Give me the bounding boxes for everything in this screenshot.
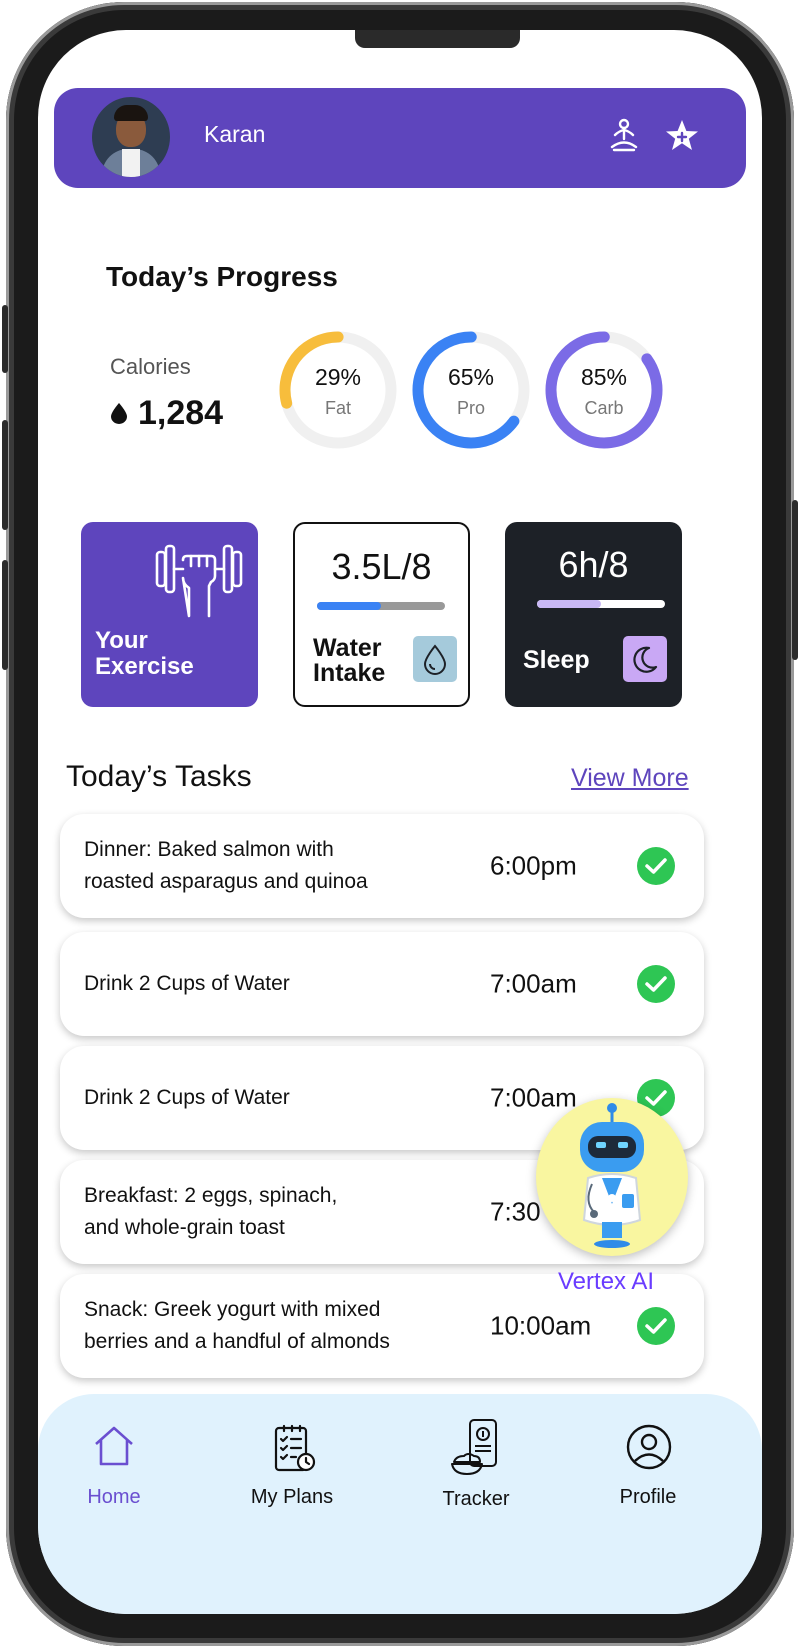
- notch: [355, 30, 520, 48]
- carb-ring: 85% Carb: [542, 328, 666, 452]
- water-value: 3.5L/8: [331, 546, 432, 587]
- task-time: 7:30: [490, 1196, 541, 1227]
- sleep-label: Sleep: [523, 646, 590, 674]
- user-name: Karan: [204, 121, 266, 147]
- fat-percent: 29%: [314, 364, 362, 390]
- moon-icon: [623, 636, 667, 682]
- water-drop-icon: [413, 636, 457, 682]
- tasks-title: Today’s Tasks: [66, 760, 252, 793]
- nav-my-plans-label: My Plans: [250, 1486, 334, 1508]
- task-time: 6:00pm: [490, 850, 577, 881]
- calories-number: 1,284: [138, 394, 224, 432]
- task-card[interactable]: Dinner: Baked salmon with roasted asparag…: [60, 814, 704, 918]
- protein-ring: 65% Pro: [409, 328, 533, 452]
- nav-home[interactable]: Home: [54, 1424, 174, 1524]
- exercise-card[interactable]: Your Exercise: [81, 522, 258, 707]
- task-description: Drink 2 Cups of Water: [84, 972, 290, 995]
- water-progress-bar: [317, 602, 445, 610]
- phone-side-button: [2, 305, 8, 373]
- calories-value: 1,284: [110, 394, 223, 433]
- star-icon[interactable]: [664, 118, 700, 154]
- nav-profile[interactable]: Profile: [588, 1424, 708, 1524]
- water-intake-card[interactable]: 3.5L/8 Water Intake: [293, 522, 470, 707]
- task-time: 7:00am: [490, 968, 577, 999]
- phone-power-button: [792, 500, 798, 660]
- meditation-icon[interactable]: [606, 118, 642, 154]
- protein-percent: 65%: [447, 364, 495, 390]
- task-description: Snack: Greek yogurt with mixed berries an…: [84, 1298, 390, 1353]
- app-screen: Karan Today’s Progress Calories 1,284 29…: [38, 30, 762, 1614]
- check-icon[interactable]: [636, 846, 676, 886]
- phone-side-button: [2, 560, 8, 670]
- carb-percent: 85%: [580, 364, 628, 390]
- exercise-card-label: Your Exercise: [95, 627, 194, 680]
- nav-home-label: Home: [87, 1486, 141, 1508]
- protein-label: Pro: [456, 398, 485, 418]
- fat-label: Fat: [324, 398, 351, 418]
- flame-icon: [111, 403, 127, 424]
- nav-tracker-label: Tracker: [442, 1488, 510, 1510]
- avatar[interactable]: [92, 97, 170, 177]
- task-description: Breakfast: 2 eggs, spinach, and whole-gra…: [84, 1184, 338, 1239]
- bottom-nav: Home My Plans Tracker Profile: [38, 1394, 762, 1614]
- task-description: Drink 2 Cups of Water: [84, 1086, 290, 1109]
- carb-label: Carb: [584, 398, 624, 418]
- nav-my-plans[interactable]: My Plans: [232, 1424, 352, 1524]
- home-icon: [95, 1426, 133, 1466]
- fat-ring: 29% Fat: [276, 328, 400, 452]
- progress-title: Today’s Progress: [106, 261, 338, 292]
- phone-side-button: [2, 420, 8, 530]
- task-description: Dinner: Baked salmon with roasted asparag…: [84, 838, 368, 893]
- ai-assistant-label: Vertex AI: [558, 1268, 655, 1295]
- ai-assistant-button[interactable]: [536, 1098, 688, 1256]
- dumbbell-icon: [155, 544, 243, 618]
- check-icon[interactable]: [636, 1306, 676, 1346]
- nav-tracker[interactable]: Tracker: [416, 1419, 536, 1524]
- app-header: Karan: [54, 88, 746, 188]
- sleep-card[interactable]: 6h/8 Sleep: [505, 522, 682, 707]
- sleep-progress-bar: [537, 600, 665, 608]
- view-more-link[interactable]: View More: [571, 764, 689, 793]
- check-icon[interactable]: [636, 964, 676, 1004]
- water-label: Water Intake: [313, 634, 386, 687]
- task-time: 10:00am: [490, 1310, 592, 1341]
- nav-profile-label: Profile: [619, 1486, 677, 1508]
- checklist-icon: [274, 1424, 316, 1472]
- profile-icon: [626, 1424, 672, 1470]
- calories-label: Calories: [110, 354, 191, 379]
- robot-doctor-icon: [580, 1103, 644, 1248]
- task-card[interactable]: Drink 2 Cups of Water 7:00am: [60, 932, 704, 1036]
- phone-tracker-icon: [451, 1419, 497, 1475]
- sleep-value: 6h/8: [558, 544, 629, 585]
